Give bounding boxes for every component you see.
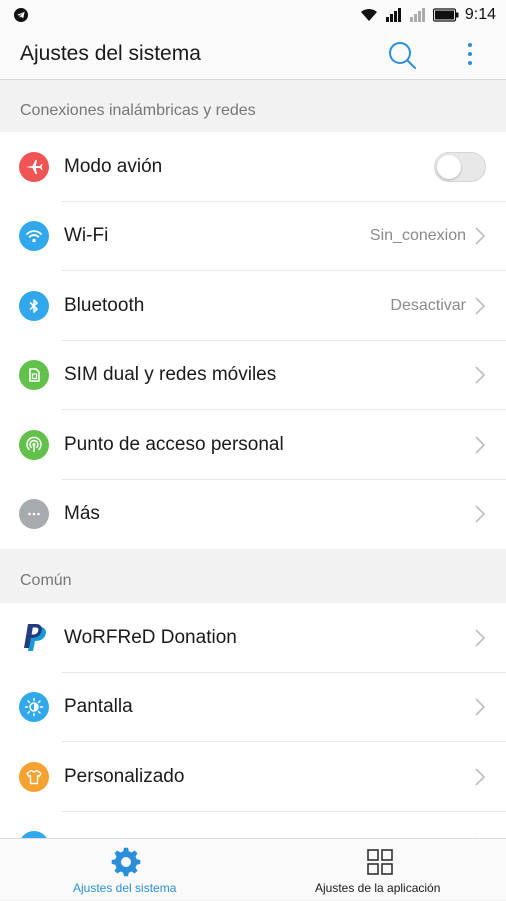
- wifi-icon: [19, 221, 49, 252]
- airplane-icon: [19, 151, 49, 182]
- page-title: Ajustes del sistema: [20, 42, 201, 65]
- nav-system-settings[interactable]: Ajustes del sistema: [0, 839, 253, 901]
- row-label: Pantalla: [64, 696, 133, 718]
- row-hotspot[interactable]: Punto de acceso personal: [0, 410, 506, 480]
- row-worfred-donation[interactable]: WoRFReD Donation: [0, 603, 506, 673]
- chevron-right-icon: [475, 366, 486, 384]
- signal-icon: [385, 8, 401, 22]
- gear-icon: [111, 847, 141, 877]
- bluetooth-icon: [19, 290, 49, 321]
- status-time: 9:14: [464, 6, 496, 23]
- row-personalized[interactable]: Personalizado: [0, 742, 506, 812]
- signal-icon: [409, 8, 425, 22]
- app-bar: Ajustes del sistema: [0, 30, 506, 80]
- row-label: WoRFReD Donation: [64, 626, 237, 648]
- chevron-right-icon: [475, 297, 486, 315]
- nav-label: Ajustes del sistema: [73, 881, 177, 895]
- grid-icon: [367, 849, 393, 875]
- row-label: Wi-Fi: [64, 225, 109, 247]
- settings-group-common: WoRFReD Donation Pantalla Personalizado: [0, 603, 506, 838]
- section-title: Conexiones inalámbricas y redes: [20, 102, 256, 119]
- wifi-icon: [360, 8, 377, 21]
- row-label: SIM dual y redes móviles: [64, 364, 277, 386]
- chevron-right-icon: [475, 629, 486, 647]
- section-header-wireless: Conexiones inalámbricas y redes: [0, 80, 506, 132]
- row-label: Personalizado: [64, 765, 185, 787]
- row-bluetooth[interactable]: Bluetooth Desactivar: [0, 271, 506, 341]
- row-value: Sin_conexion: [369, 227, 466, 245]
- bottom-nav: Ajustes del sistema Ajustes de la aplica…: [0, 838, 506, 900]
- row-more[interactable]: Más: [0, 480, 506, 550]
- settings-group-wireless: Modo avión Wi-Fi Sin_conexion Bluetooth …: [0, 132, 506, 549]
- row-label: Más: [64, 503, 100, 525]
- row-label: Modo avión: [64, 155, 163, 177]
- shirt-icon: [19, 761, 49, 792]
- row-label: Bluetooth: [64, 294, 145, 316]
- more-horiz-icon: [19, 499, 49, 530]
- row-label: Punto de acceso personal: [64, 433, 284, 455]
- chevron-right-icon: [475, 698, 486, 716]
- chevron-right-icon: [475, 768, 486, 786]
- nav-app-settings[interactable]: Ajustes de la aplicación: [253, 839, 506, 901]
- hotspot-icon: [19, 429, 49, 460]
- airplane-mode-toggle[interactable]: [434, 151, 486, 182]
- section-title: Común: [20, 572, 72, 589]
- row-partial[interactable]: [0, 812, 506, 838]
- paypal-icon: [19, 623, 49, 653]
- row-wifi[interactable]: Wi-Fi Sin_conexion: [0, 202, 506, 271]
- row-value: Desactivar: [390, 296, 466, 314]
- nav-label: Ajustes de la aplicación: [315, 881, 441, 895]
- row-dual-sim[interactable]: SIM dual y redes móviles: [0, 341, 506, 410]
- telegram-icon: [14, 8, 28, 22]
- sim-icon: [19, 360, 49, 391]
- brightness-icon: [19, 692, 49, 723]
- battery-icon: [432, 8, 459, 22]
- more-vert-icon[interactable]: [456, 39, 484, 71]
- chevron-right-icon: [475, 436, 486, 454]
- partial-row-icon: [19, 831, 49, 838]
- toggle-knob: [437, 154, 461, 179]
- section-header-common: Común: [0, 549, 506, 603]
- status-bar: 9:14: [0, 0, 506, 30]
- chevron-right-icon: [475, 227, 486, 245]
- row-airplane-mode[interactable]: Modo avión: [0, 132, 506, 202]
- search-icon[interactable]: [386, 39, 418, 71]
- chevron-right-icon: [475, 505, 486, 523]
- row-display[interactable]: Pantalla: [0, 673, 506, 742]
